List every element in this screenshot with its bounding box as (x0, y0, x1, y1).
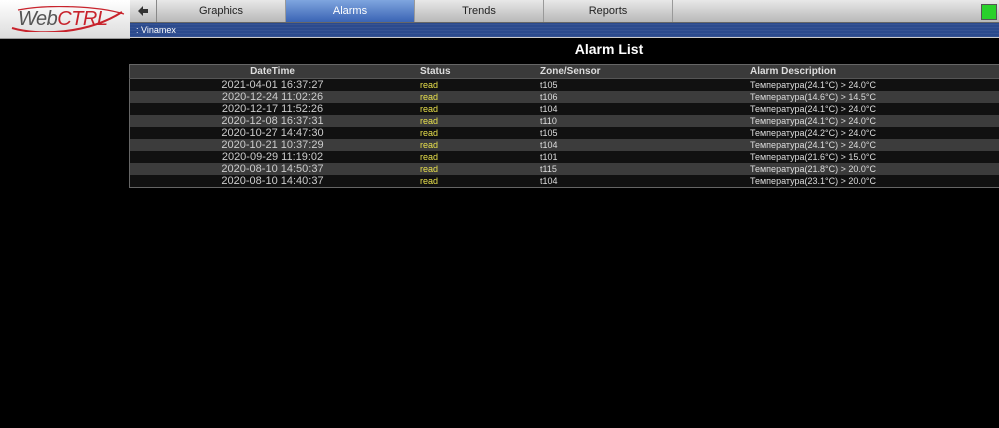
datetime-cell: 2020-08-10 14:50:37 (129, 163, 415, 175)
datetime-cell: 2020-09-29 11:19:02 (129, 151, 415, 163)
description-cell: Температура(21.8°C) > 20.0°C (745, 163, 999, 175)
status-indicator (981, 4, 997, 20)
zone-cell: t110 (535, 115, 745, 127)
tab-trends[interactable]: Trends (415, 0, 544, 22)
column-header-status[interactable]: Status (415, 64, 535, 79)
status-cell: read (415, 175, 535, 188)
status-cell: read (415, 78, 535, 91)
description-cell: Температура(23.1°C) > 20.0°C (745, 175, 999, 188)
zone-cell: t104 (535, 139, 745, 151)
table-row[interactable]: 2020-12-08 16:37:31 read t110 Температур… (129, 115, 999, 127)
column-header-alarm-description[interactable]: Alarm Description (745, 64, 999, 79)
table-row[interactable]: 2020-08-10 14:40:37 read t104 Температур… (129, 175, 999, 188)
status-cell: read (415, 163, 535, 175)
table-row[interactable]: 2020-10-27 14:47:30 read t105 Температур… (129, 127, 999, 139)
zone-cell: t104 (535, 175, 745, 188)
logo-text: WebCTRL (18, 8, 108, 30)
datetime-cell: 2020-12-08 16:37:31 (129, 115, 415, 127)
status-cell: read (415, 127, 535, 139)
table-row[interactable]: 2020-09-29 11:19:02 read t101 Температур… (129, 151, 999, 163)
datetime-cell: 2020-10-21 10:37:29 (129, 139, 415, 151)
datetime-cell: 2020-10-27 14:47:30 (129, 127, 415, 139)
description-cell: Температура(24.1°C) > 24.0°C (745, 78, 999, 91)
zone-cell: t106 (535, 91, 745, 103)
top-nav: Graphics Alarms Trends Reports (130, 0, 999, 23)
zone-cell: t104 (535, 103, 745, 115)
divider (130, 37, 999, 38)
column-header-zone-sensor[interactable]: Zone/Sensor (535, 64, 745, 79)
status-cell: read (415, 103, 535, 115)
zone-cell: t105 (535, 78, 745, 91)
tab-reports[interactable]: Reports (544, 0, 673, 22)
description-cell: Температура(14.6°C) > 14.5°C (745, 91, 999, 103)
zone-cell: t105 (535, 127, 745, 139)
webctrl-logo: WebCTRL (0, 0, 130, 39)
status-cell: read (415, 115, 535, 127)
table-row[interactable]: 2020-12-17 11:52:26 read t104 Температур… (129, 103, 999, 115)
table-row[interactable]: 2020-10-21 10:37:29 read t104 Температур… (129, 139, 999, 151)
datetime-cell: 2020-12-24 11:02:26 (129, 91, 415, 103)
alarm-table: DateTime Status Zone/Sensor Alarm Descri… (129, 64, 999, 188)
description-cell: Температура(21.6°C) > 15.0°C (745, 151, 999, 163)
description-cell: Температура(24.1°C) > 24.0°C (745, 103, 999, 115)
zone-cell: t101 (535, 151, 745, 163)
tab-graphics[interactable]: Graphics (157, 0, 286, 22)
table-row[interactable]: 2020-12-24 11:02:26 read t106 Температур… (129, 91, 999, 103)
table-header-row: DateTime Status Zone/Sensor Alarm Descri… (129, 64, 999, 79)
tab-alarms[interactable]: Alarms (286, 0, 415, 22)
status-cell: read (415, 91, 535, 103)
datetime-cell: 2021-04-01 16:37:27 (129, 78, 415, 91)
table-row[interactable]: 2020-08-10 14:50:37 read t115 Температур… (129, 163, 999, 175)
zone-cell: t115 (535, 163, 745, 175)
page-title: Alarm List (574, 41, 644, 57)
status-cell: read (415, 139, 535, 151)
arrow-left-icon (138, 6, 148, 16)
description-cell: Температура(24.1°C) > 24.0°C (745, 115, 999, 127)
description-cell: Температура(24.2°C) > 24.0°C (745, 127, 999, 139)
datetime-cell: 2020-08-10 14:40:37 (129, 175, 415, 188)
description-cell: Температура(24.1°C) > 24.0°C (745, 139, 999, 151)
back-button[interactable] (130, 0, 157, 22)
table-row[interactable]: 2021-04-01 16:37:27 read t105 Температур… (129, 78, 999, 91)
column-header-datetime[interactable]: DateTime (129, 64, 415, 79)
breadcrumb: : Vinamex (130, 23, 999, 37)
status-cell: read (415, 151, 535, 163)
datetime-cell: 2020-12-17 11:52:26 (129, 103, 415, 115)
